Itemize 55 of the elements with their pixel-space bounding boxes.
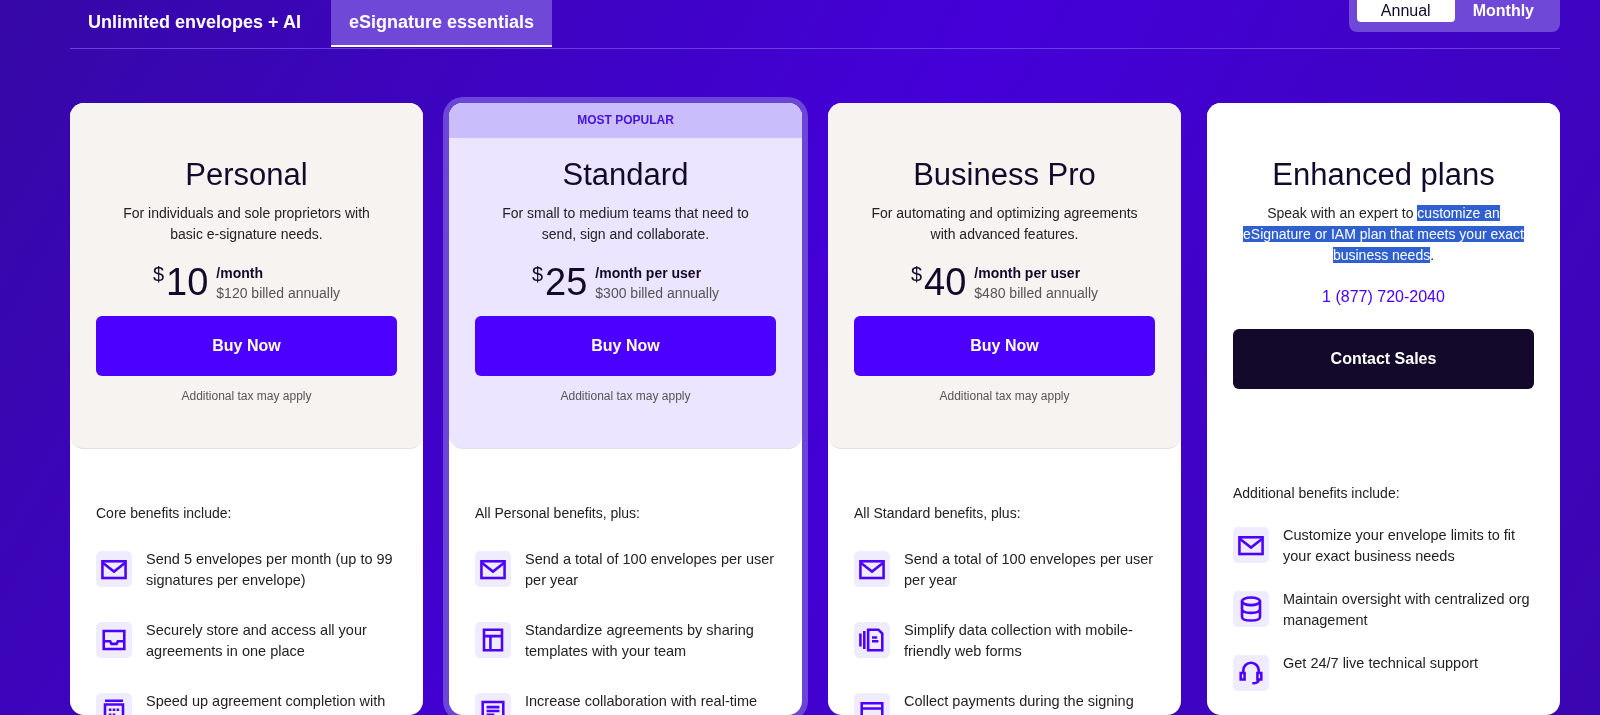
benefits-heading: All Personal benefits, plus: <box>475 505 641 521</box>
phone-link[interactable]: 1 (877) 720-2040 <box>1233 288 1534 306</box>
plan-tab[interactable]: eSignature essentials <box>330 0 552 47</box>
price-amount: $^{$}$25 <box>531 261 588 304</box>
buy-button[interactable]: Buy Now <box>854 316 1155 376</box>
benefits-heading: Core benefits include: <box>96 505 233 521</box>
price-period: /month <box>216 264 264 281</box>
price-period: /month per user <box>595 264 703 281</box>
price-period: /month per user <box>974 264 1082 281</box>
layout-icon <box>475 622 511 658</box>
database-icon <box>1233 591 1269 627</box>
benefit-text: Securely store and access all your agreements in one place <box>146 621 368 661</box>
plan-description: For individuals and sole proprietors with basic e-signature needs. <box>122 204 371 244</box>
plan-title: Personal <box>184 157 309 193</box>
plan-tab[interactable]: Unlimited envelopes + AI <box>70 0 319 47</box>
buy-button[interactable]: Buy Now <box>96 316 397 376</box>
benefit-text: Standardize agreements by sharing templates with your team <box>525 621 755 661</box>
benefit-text: Simplify data collection with mobile-friendly web forms <box>904 621 1134 661</box>
benefit-text: Collect payments during the signing <box>904 692 1134 711</box>
benefits-heading: All Standard benefits, plus: <box>854 505 1022 521</box>
tray-icon <box>96 622 132 658</box>
billing-option[interactable]: Annual <box>1356 0 1455 22</box>
plan-description: For small to medium teams that need to send, sign and collaborate. <box>501 204 750 244</box>
benefit-text: Send 5 envelopes per month (up to 99 signatures per envelope) <box>146 550 394 590</box>
benefit-text: Speed up agreement completion with <box>146 692 386 711</box>
plan-title: Standard <box>561 157 690 193</box>
billing-note: $300 billed annually <box>595 284 720 301</box>
price-amount: $^{$}$10 <box>152 261 209 304</box>
plan-title: Business Pro <box>912 157 1097 193</box>
benefit-text: Send a total of 100 envelopes per user per year <box>525 550 776 590</box>
popular-badge: MOST POPULAR <box>449 103 802 138</box>
tax-note: Additional tax may apply <box>180 389 313 403</box>
benefits-heading: Additional benefits include: <box>1233 485 1401 501</box>
plan-title: Enhanced plans <box>1271 157 1496 193</box>
buy-button[interactable]: Buy Now <box>475 316 776 376</box>
benefit-text: Increase collaboration with real-time <box>525 692 758 711</box>
envelope-icon <box>475 551 511 587</box>
contact-button[interactable]: Contact Sales <box>1233 329 1534 389</box>
benefit-text: Maintain oversight with centralized org management <box>1283 590 1531 630</box>
plan-description: Speak with an expert to customize an eSignature or IAM plan that meets your exact business needs. <box>1242 204 1525 265</box>
form-icon <box>854 622 890 658</box>
envelope-icon <box>854 551 890 587</box>
benefit-text: Send a total of 100 envelopes per user per year <box>904 550 1155 590</box>
tax-note: Additional tax may apply <box>938 389 1071 403</box>
billing-note: $120 billed annually <box>216 284 341 301</box>
headset-icon <box>1233 655 1269 691</box>
benefit-text: Customize your envelope limits to fit your exact business needs <box>1283 526 1517 566</box>
billing-note: $480 billed annually <box>974 284 1099 301</box>
tax-note: Additional tax may apply <box>559 389 692 403</box>
benefit-text: Get 24/7 live technical support <box>1283 654 1479 673</box>
envelope-icon <box>96 551 132 587</box>
plan-description: For automating and optimizing agreements with advanced features. <box>870 204 1139 244</box>
billing-option[interactable]: Monthly <box>1454 0 1552 22</box>
envelope-icon <box>1233 527 1269 563</box>
price-amount: $^{$}$40 <box>910 261 967 304</box>
